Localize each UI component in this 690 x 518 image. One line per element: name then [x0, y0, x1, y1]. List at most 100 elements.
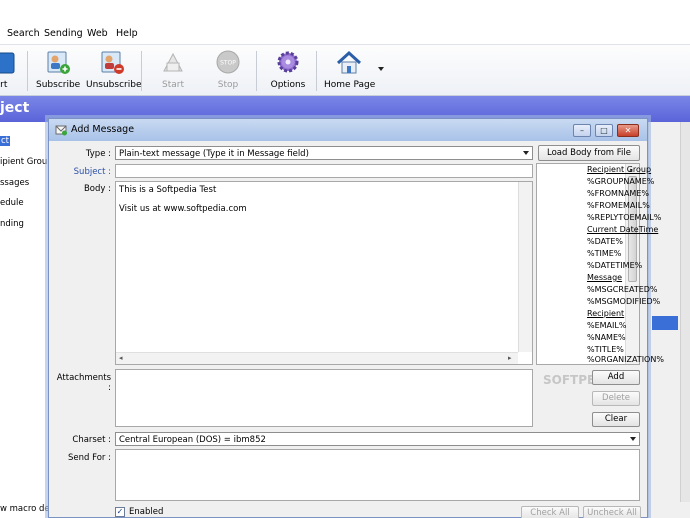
toolbar-separator — [27, 51, 28, 91]
macro-item[interactable]: %REPLYTOEMAIL% — [587, 213, 661, 222]
toolbar-separator — [316, 51, 317, 91]
toolbar-separator — [141, 51, 142, 91]
macro-item[interactable]: %TIME% — [587, 249, 621, 258]
options-label: Options — [270, 80, 306, 90]
subscribe-label: Subscribe — [36, 80, 81, 90]
stop-icon: STOP — [216, 50, 240, 74]
unsubscribe-label: Unsubscribe — [86, 80, 142, 90]
start-button[interactable]: Start — [153, 49, 193, 95]
body-label: Body : — [83, 184, 111, 194]
right-panel-selected-row[interactable] — [652, 316, 678, 330]
menu-web[interactable]: Web — [87, 28, 108, 39]
macro-group-heading[interactable]: Message — [587, 273, 622, 282]
body-horizontal-scrollbar[interactable]: ◂ ▸ — [116, 352, 518, 364]
minimize-button[interactable]: – — [573, 124, 591, 137]
chevron-down-icon — [630, 437, 636, 441]
dialog-title: Add Message — [71, 124, 135, 135]
attachments-list[interactable] — [115, 369, 533, 427]
macro-item[interactable]: %DATETIME% — [587, 261, 642, 270]
maximize-icon: □ — [600, 126, 608, 135]
macro-item[interactable]: %MSGMODIFIED% — [587, 297, 660, 306]
attachments-label: Attachments : — [56, 373, 111, 393]
scroll-right-icon: ▸ — [508, 354, 512, 362]
close-button[interactable]: ✕ — [617, 124, 639, 137]
macro-item[interactable]: %TITLE% — [587, 345, 624, 354]
svg-text:STOP: STOP — [220, 60, 236, 67]
charset-select[interactable]: Central European (DOS) = ibm852 — [115, 432, 640, 446]
options-button[interactable]: Options — [268, 49, 308, 95]
type-label: Type : — [85, 149, 111, 159]
macro-item[interactable]: %GROUPNAME% — [587, 177, 654, 186]
toolbar-separator — [256, 51, 257, 91]
nav-item-sending[interactable]: nding — [0, 219, 24, 229]
start-label: Start — [162, 80, 184, 90]
body-vertical-scrollbar[interactable] — [518, 182, 532, 352]
unsubscribe-icon — [101, 51, 124, 74]
stop-label: Stop — [217, 80, 239, 90]
home-page-button[interactable]: Home Page — [324, 49, 376, 95]
dialog-titlebar[interactable]: Add Message – □ ✕ — [49, 119, 647, 141]
minimize-icon: – — [580, 126, 584, 135]
macro-group-heading[interactable]: Recipient — [587, 309, 624, 318]
right-panel-scrollbar[interactable] — [680, 122, 690, 502]
send-for-label: Send For : — [68, 453, 111, 463]
close-icon: ✕ — [624, 126, 632, 135]
menu-help[interactable]: Help — [116, 28, 138, 39]
stop-button[interactable]: STOP Stop — [208, 49, 248, 95]
export-label: ort — [0, 80, 8, 90]
add-attachment-button[interactable]: Add — [592, 370, 640, 385]
subject-label: Subject : — [73, 167, 111, 177]
type-select[interactable]: Plain-text message (Type it in Message f… — [115, 146, 533, 160]
subject-input[interactable] — [115, 164, 533, 178]
macro-item[interactable]: %NAME% — [587, 333, 626, 342]
macro-group-heading[interactable]: Current DateTime — [587, 225, 658, 234]
type-select-value: Plain-text message (Type it in Message f… — [119, 149, 309, 159]
body-line: This is a Softpedia Test — [119, 185, 217, 195]
export-button[interactable]: ort — [0, 49, 15, 95]
unsubscribe-button[interactable]: Unsubscribe — [86, 49, 142, 95]
nav-item-schedule[interactable]: edule — [0, 198, 24, 208]
enabled-checkbox[interactable]: ✓ — [115, 507, 125, 517]
menu-sending[interactable]: Sending — [44, 28, 83, 39]
uncheck-all-button[interactable]: Uncheck All — [583, 506, 641, 518]
macro-item[interactable]: %FROMEMAIL% — [587, 201, 650, 210]
macro-item[interactable]: %DATE% — [587, 237, 623, 246]
macro-item[interactable]: %EMAIL% — [587, 321, 626, 330]
macro-item[interactable]: %FROMNAME% — [587, 189, 649, 198]
status-text: w macro de — [0, 504, 50, 514]
subscribe-button[interactable]: Subscribe — [36, 49, 80, 95]
add-message-icon — [55, 125, 67, 136]
toolbar: ort Subscribe Unsubscribe Start — [0, 44, 690, 96]
maximize-button[interactable]: □ — [595, 124, 613, 137]
home-page-dropdown-icon[interactable] — [378, 67, 384, 71]
window-top — [0, 0, 690, 24]
macro-item[interactable]: %ORGANIZATION% — [587, 355, 664, 364]
home-icon — [336, 50, 362, 74]
nav-item-messages[interactable]: ssages — [0, 178, 29, 188]
menu-search[interactable]: Search — [7, 28, 40, 39]
body-textarea[interactable]: This is a Softpedia Test Visit us at www… — [115, 181, 533, 365]
macro-item[interactable]: %MSGCREATED% — [587, 285, 658, 294]
export-icon — [0, 52, 15, 74]
start-icon — [163, 52, 183, 72]
clear-attachments-button[interactable]: Clear — [592, 412, 640, 427]
check-all-button[interactable]: Check All — [521, 506, 579, 518]
nav-item-subject[interactable]: ct — [0, 136, 10, 146]
home-page-label: Home Page — [324, 80, 376, 90]
gear-icon — [277, 51, 299, 73]
subscribe-icon — [47, 51, 70, 74]
chevron-down-icon — [523, 151, 529, 155]
checkmark-icon: ✓ — [116, 507, 124, 516]
send-for-list[interactable] — [115, 449, 640, 501]
body-line: Visit us at www.softpedia.com — [119, 204, 247, 214]
load-body-from-file-button[interactable]: Load Body from File — [538, 145, 640, 161]
scroll-left-icon: ◂ — [119, 354, 123, 362]
macro-group-heading[interactable]: Recipient Group — [587, 165, 651, 174]
enabled-label: Enabled — [129, 507, 164, 517]
charset-select-value: Central European (DOS) = ibm852 — [119, 435, 266, 445]
charset-label: Charset : — [72, 435, 111, 445]
menu-bar: Search Sending Web Help — [0, 24, 690, 44]
add-message-dialog: Add Message – □ ✕ Type : Plain-text mess… — [48, 118, 664, 518]
left-nav-panel: ct ipient Groups ssages edule nding — [0, 122, 57, 518]
delete-attachment-button[interactable]: Delete — [592, 391, 640, 406]
